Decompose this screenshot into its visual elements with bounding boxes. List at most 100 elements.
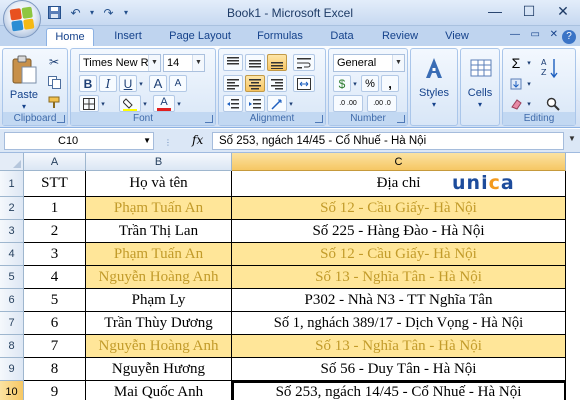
row-header[interactable]: 6 — [0, 289, 24, 312]
ribbon-restore-icon[interactable]: ▭ — [531, 29, 540, 40]
cell-b4[interactable]: Phạm Tuấn An — [86, 243, 232, 266]
cell-c4[interactable]: Số 12 - Cầu Giấy- Hà Nội — [232, 243, 566, 266]
styles-label[interactable]: Styles — [411, 87, 457, 99]
autosum-dropdown-icon[interactable]: ▾ — [525, 54, 533, 71]
paste-icon[interactable] — [7, 53, 41, 87]
office-button[interactable] — [3, 0, 41, 38]
row-header[interactable]: 8 — [0, 335, 24, 358]
name-box-dropdown-icon[interactable]: ▼ — [143, 133, 151, 149]
font-launcher-icon[interactable] — [205, 115, 213, 123]
cell-a2[interactable]: 1 — [24, 197, 86, 220]
decrease-indent-icon[interactable] — [223, 95, 243, 112]
copy-icon[interactable] — [45, 73, 63, 91]
font-color-dropdown-icon[interactable]: ▾ — [175, 95, 183, 112]
cell-a5[interactable]: 4 — [24, 266, 86, 289]
align-center-icon[interactable] — [245, 75, 265, 92]
cell-a3[interactable]: 2 — [24, 220, 86, 243]
cut-icon[interactable]: ✂ — [45, 53, 63, 71]
fill-dropdown-icon[interactable]: ▾ — [525, 75, 533, 92]
decrease-decimal-button[interactable]: .00 .0 — [367, 95, 397, 112]
cell-a6[interactable]: 5 — [24, 289, 86, 312]
cell-b10[interactable]: Mai Quốc Anh — [86, 381, 232, 400]
formula-bar-grip-icon[interactable]: ⋮ — [164, 138, 174, 147]
cell-b6[interactable]: Phạm Ly — [86, 289, 232, 312]
cell-c1[interactable]: Địa chỉ — [232, 171, 566, 197]
row-header[interactable]: 5 — [0, 266, 24, 289]
tab-formulas[interactable]: Formulas — [250, 28, 310, 46]
row-header[interactable]: 10 — [0, 381, 24, 400]
number-launcher-icon[interactable] — [397, 115, 405, 123]
increase-decimal-button[interactable]: .0 .00 — [333, 95, 363, 112]
wrap-text-icon[interactable] — [293, 54, 315, 71]
row-header[interactable]: 4 — [0, 243, 24, 266]
cell-a7[interactable]: 6 — [24, 312, 86, 335]
maximize-icon[interactable]: ☐ — [512, 0, 546, 22]
cell-c5[interactable]: Số 13 - Nghĩa Tân - Hà Nội — [232, 266, 566, 289]
shrink-font-button[interactable]: A — [169, 75, 187, 92]
align-left-icon[interactable] — [223, 75, 243, 92]
cell-c2[interactable]: Số 12 - Cầu Giấy- Hà Nội — [232, 197, 566, 220]
cell-a9[interactable]: 8 — [24, 358, 86, 381]
currency-dropdown-icon[interactable]: ▾ — [351, 75, 359, 92]
cell-c9[interactable]: Số 56 - Duy Tân - Hà Nội — [232, 358, 566, 381]
clear-dropdown-icon[interactable]: ▾ — [525, 95, 533, 112]
currency-button[interactable]: $ — [333, 75, 351, 92]
borders-dropdown-icon[interactable]: ▾ — [99, 95, 107, 112]
row-header[interactable]: 9 — [0, 358, 24, 381]
underline-button[interactable]: U — [119, 75, 137, 92]
cell-b7[interactable]: Trần Thùy Dương — [86, 312, 232, 335]
find-select-icon[interactable] — [543, 95, 563, 112]
tab-insert[interactable]: Insert — [104, 28, 152, 46]
ribbon-close-icon[interactable]: ✕ — [550, 29, 558, 40]
cell-c8[interactable]: Số 13 - Nghĩa Tân - Hà Nội — [232, 335, 566, 358]
orientation-icon[interactable] — [267, 95, 287, 112]
paste-dropdown-icon[interactable]: ▾ — [17, 102, 31, 111]
insert-function-button[interactable]: fx — [192, 133, 203, 147]
comma-button[interactable]: , — [381, 75, 399, 92]
font-size-combo[interactable]: 14 ▼ — [163, 54, 205, 72]
tab-review[interactable]: Review — [375, 28, 425, 46]
bold-button[interactable]: B — [79, 75, 97, 92]
paste-label[interactable]: Paste — [5, 89, 43, 101]
styles-icon[interactable] — [420, 54, 448, 82]
clipboard-launcher-icon[interactable] — [57, 115, 65, 123]
formula-input[interactable]: Số 253, ngách 14/45 - Cổ Nhuế - Hà Nội — [212, 132, 564, 150]
align-right-icon[interactable] — [267, 75, 287, 92]
orientation-dropdown-icon[interactable]: ▾ — [287, 95, 295, 112]
close-icon[interactable]: ✕ — [546, 0, 580, 22]
fill-color-dropdown-icon[interactable]: ▾ — [141, 95, 149, 112]
font-color-icon[interactable]: A — [153, 95, 175, 112]
formula-expand-icon[interactable]: ▼ — [566, 134, 578, 148]
name-box[interactable]: C10 ▼ — [4, 132, 154, 150]
font-name-dropdown-icon[interactable]: ▼ — [148, 55, 160, 71]
cell-b8[interactable]: Nguyễn Hoàng Anh — [86, 335, 232, 358]
tab-view[interactable]: View — [437, 28, 477, 46]
cell-c7[interactable]: Số 1, nghách 389/17 - Dịch Vọng - Hà Nội — [232, 312, 566, 335]
number-format-combo[interactable]: General ▼ — [333, 54, 405, 72]
fill-icon[interactable] — [507, 75, 525, 92]
tab-data[interactable]: Data — [322, 28, 362, 46]
help-icon[interactable]: ? — [562, 30, 576, 44]
format-painter-icon[interactable] — [45, 93, 63, 111]
font-size-dropdown-icon[interactable]: ▼ — [192, 55, 204, 71]
cell-a10[interactable]: 9 — [24, 381, 86, 400]
cell-c10[interactable]: Số 253, ngách 14/45 - Cổ Nhuế - Hà Nội — [232, 381, 566, 400]
fill-color-icon[interactable] — [119, 95, 141, 112]
cell-a1[interactable]: STT — [24, 171, 86, 197]
ribbon-minimize-icon[interactable]: — — [510, 29, 520, 40]
underline-dropdown-icon[interactable]: ▾ — [137, 75, 145, 92]
clear-icon[interactable] — [507, 95, 525, 112]
number-format-dropdown-icon[interactable]: ▼ — [392, 55, 404, 71]
cell-b5[interactable]: Nguyễn Hoàng Anh — [86, 266, 232, 289]
cell-a4[interactable]: 3 — [24, 243, 86, 266]
merge-center-icon[interactable] — [293, 75, 315, 92]
cell-b1[interactable]: Họ và tên — [86, 171, 232, 197]
grow-font-button[interactable]: A — [149, 75, 167, 92]
sort-filter-icon[interactable]: AZ — [539, 53, 563, 83]
alignment-launcher-icon[interactable] — [315, 115, 323, 123]
cell-c3[interactable]: Số 225 - Hàng Đào - Hà Nội — [232, 220, 566, 243]
cell-a8[interactable]: 7 — [24, 335, 86, 358]
italic-button[interactable]: I — [99, 75, 117, 92]
row-header[interactable]: 7 — [0, 312, 24, 335]
autosum-button[interactable]: Σ — [507, 54, 525, 71]
